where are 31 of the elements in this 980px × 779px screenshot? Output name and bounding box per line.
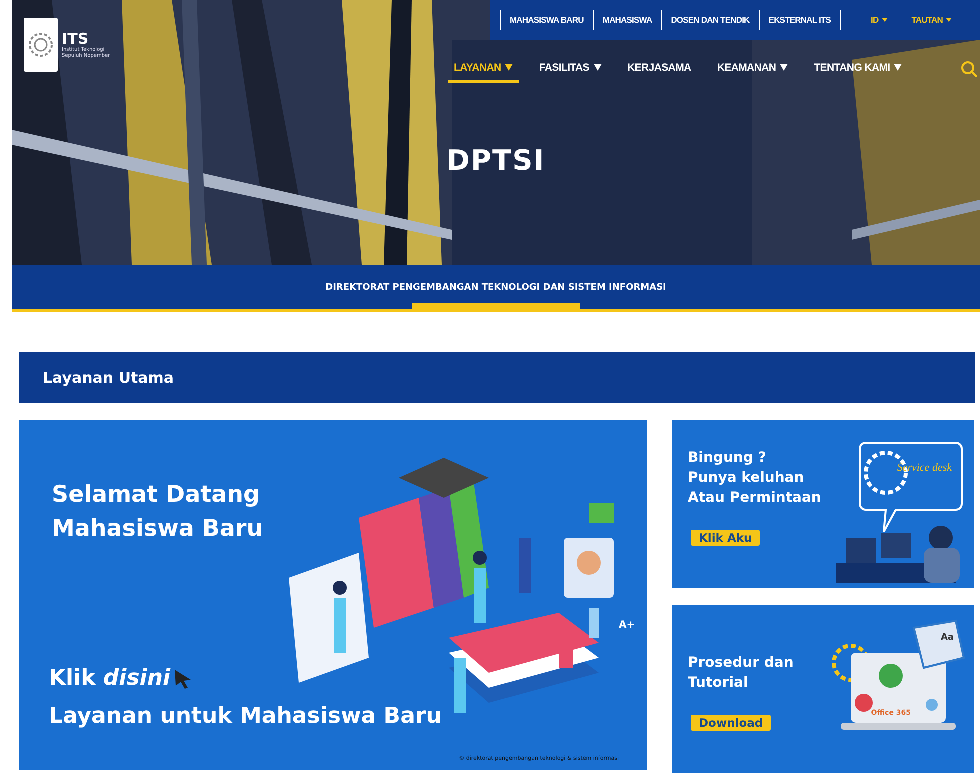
section-title: Layanan Utama: [43, 368, 174, 386]
cursor-icon: [172, 668, 193, 690]
banner-text: Prosedur dan Tutorial: [688, 654, 794, 693]
nav-item[interactable]: FASILITAS: [533, 56, 608, 82]
logo-name: ITS: [62, 31, 89, 47]
search-icon[interactable]: [961, 60, 978, 78]
service-desk-label: Service desk: [897, 462, 952, 474]
nav-item[interactable]: TENTANG KAMI: [808, 56, 908, 82]
nav-item[interactable]: LAYANAN: [448, 56, 520, 82]
grade-label: A+: [619, 620, 636, 631]
top-link[interactable]: EKSTERNAL ITS: [758, 10, 841, 30]
banner-text: Bingung ? Punya keluhan Atau Permintaan: [688, 449, 822, 508]
dropdown-link[interactable]: TAUTAN: [912, 15, 952, 25]
nav-item[interactable]: KEAMANAN: [711, 56, 794, 82]
caret-icon: [882, 18, 888, 22]
banner-link-text[interactable]: Klik disini: [49, 666, 171, 691]
banner-button[interactable]: Klik Aku: [691, 530, 760, 546]
top-link[interactable]: MAHASISWA: [592, 10, 662, 30]
book-label: Aa: [940, 633, 954, 643]
banner-caption: Layanan untuk Mahasiswa Baru: [49, 704, 442, 729]
nav-item[interactable]: KERJASAMA: [622, 56, 698, 82]
banner-heading: Selamat Datang Mahasiswa Baru: [52, 481, 264, 544]
banner-button[interactable]: Download: [691, 715, 772, 731]
top-link[interactable]: MAHASISWA BARU: [500, 10, 593, 30]
page-title: DPTSI: [446, 144, 546, 177]
directorate-title: DIREKTORAT PENGEMBANGAN TEKNOLOGI DAN SISTEM INFORMASI: [326, 283, 666, 293]
caret-icon: [946, 18, 952, 22]
top-link[interactable]: DOSEN DAN TENDIK: [661, 10, 759, 30]
dropdown-link[interactable]: ID: [870, 15, 888, 25]
service-desk-banner[interactable]: Service desk Bingung ? Punya keluhan Atau Permintaan Klik Aku: [672, 420, 974, 588]
logo-emblem-icon: [24, 18, 58, 72]
